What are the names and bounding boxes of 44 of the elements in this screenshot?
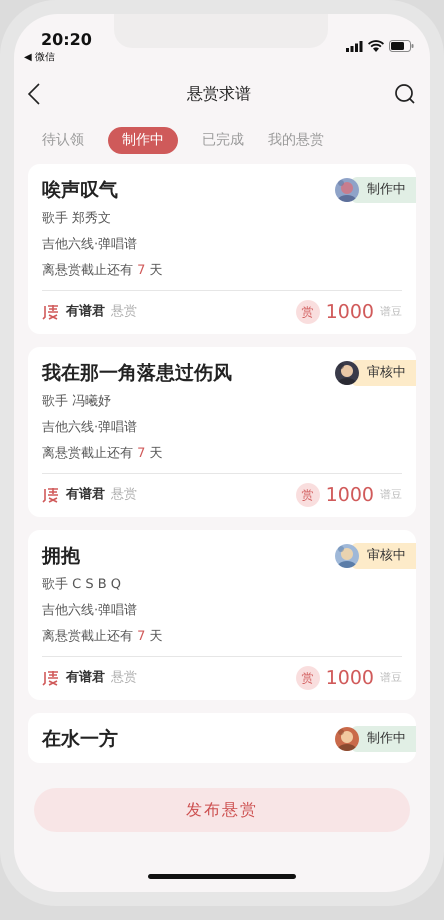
singer-text: 歌手 冯曦妤: [42, 393, 112, 411]
reward-amount: 1000: [326, 300, 374, 324]
reward-unit: 谱豆: [380, 304, 402, 320]
request-card[interactable]: 拥抱 审核中 歌手 C S B Q 吉他六线·弹唱谱 离悬赏截止还有 7 天 有谱君 悬赏 赏 1000 谱豆: [28, 530, 416, 700]
request-card[interactable]: 唉声叹气 制作中 歌手 郑秀文 吉他六线·弹唱谱 离悬赏截止还有 7 天 有谱君 悬赏 赏 1000 谱豆: [28, 164, 416, 334]
singer-text: 歌手 C S B Q: [42, 576, 122, 594]
wifi-icon: [368, 40, 384, 52]
request-card[interactable]: 我在那一角落患过伤风 审核中 歌手 冯曦妤 吉他六线·弹唱谱 离悬赏截止还有 7 天 有谱君 悬赏 赏 1000 谱豆: [28, 347, 416, 517]
song-title: 我在那一角落患过伤风: [42, 361, 232, 386]
sponsor-action: 悬赏: [111, 303, 137, 322]
reward-amount: 1000: [326, 483, 374, 507]
request-card[interactable]: 在水一方 制作中: [28, 713, 416, 763]
sponsor-action: 悬赏: [111, 669, 137, 688]
logo-icon: [42, 303, 60, 321]
deadline-text: 离悬赏截止还有 7 天: [42, 262, 163, 280]
sponsor-name: 有谱君: [66, 668, 105, 688]
sponsor-name: 有谱君: [66, 486, 105, 504]
reward-unit: 谱豆: [380, 486, 402, 503]
song-title: 在水一方: [42, 727, 118, 752]
clock: 20:20: [40, 30, 92, 50]
logo-icon: [42, 486, 60, 504]
battery-icon: [389, 40, 414, 52]
song-title: 唉声叹气: [42, 178, 118, 203]
score-type-text: 吉他六线·弹唱谱: [42, 602, 138, 620]
score-type-text: 吉他六线·弹唱谱: [42, 419, 138, 437]
reward-badge: 赏: [296, 666, 320, 690]
score-type-text: 吉他六线·弹唱谱: [42, 236, 138, 254]
signal-icon: [346, 40, 363, 52]
reward-badge: 赏: [296, 300, 320, 324]
back-to-app[interactable]: ◀ 微信: [24, 50, 92, 66]
tab[interactable]: 制作中: [108, 126, 178, 154]
search-button[interactable]: [394, 83, 416, 105]
sponsor-name: 有谱君: [66, 302, 105, 322]
deadline-text: 离悬赏截止还有 7 天: [42, 628, 163, 646]
reward-amount: 1000: [326, 666, 374, 690]
logo-icon: [42, 669, 60, 687]
page-title: 悬赏求谱: [187, 83, 251, 105]
reward-badge: 赏: [296, 483, 320, 507]
sponsor-action: 悬赏: [111, 486, 137, 504]
deadline-text: 离悬赏截止还有 7 天: [42, 445, 163, 463]
song-title: 拥抱: [42, 544, 80, 569]
publish-button[interactable]: 发布悬赏: [34, 788, 410, 832]
singer-text: 歌手 郑秀文: [42, 210, 112, 228]
reward-unit: 谱豆: [380, 670, 402, 686]
